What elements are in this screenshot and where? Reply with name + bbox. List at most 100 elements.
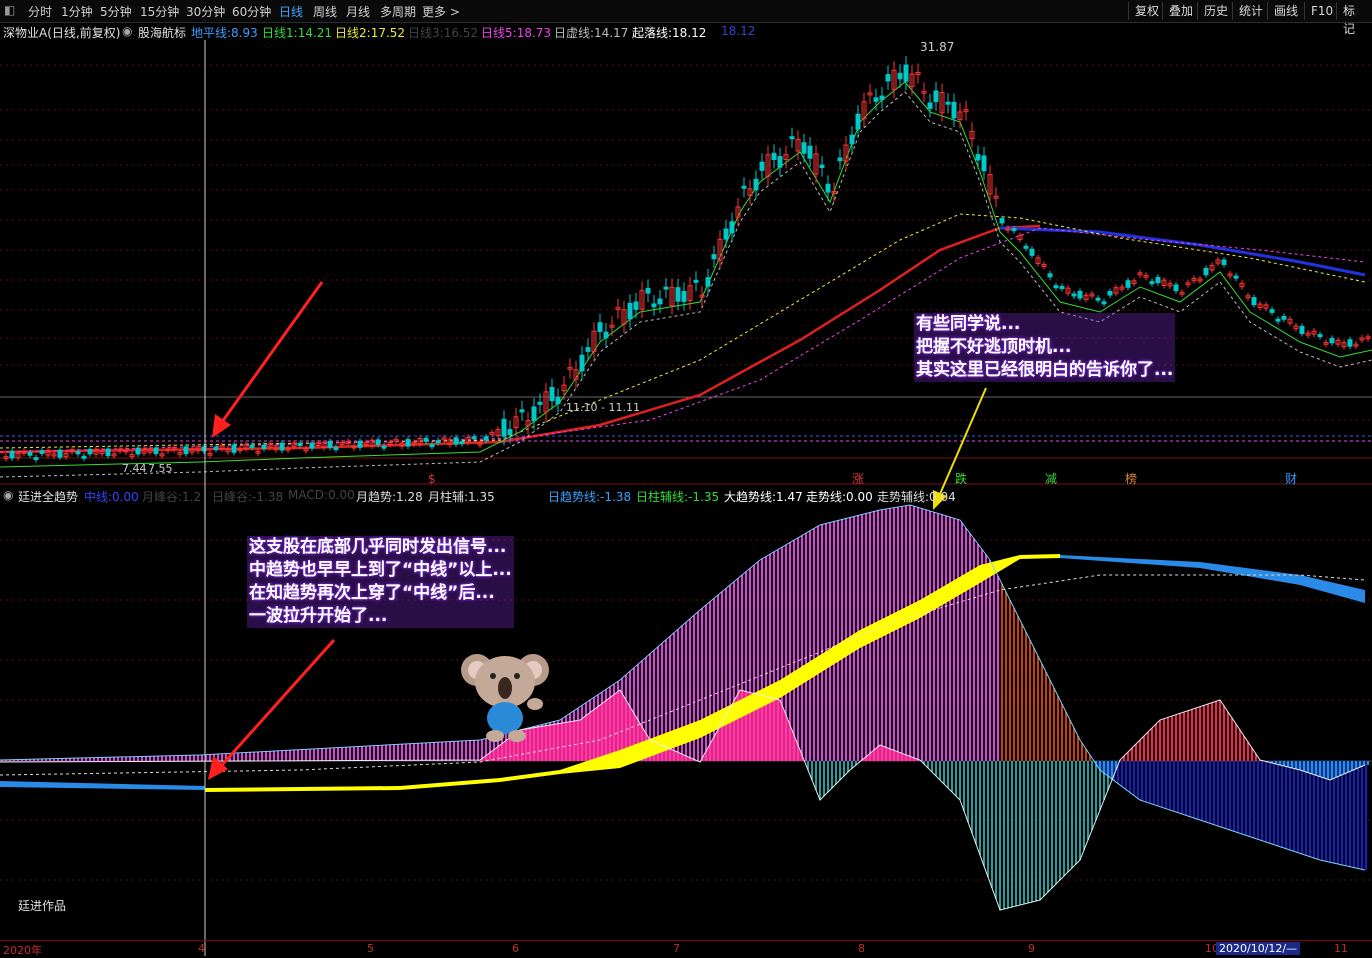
candle-body [135, 447, 141, 455]
annotation-line: 一波拉升开始了... [249, 606, 388, 626]
annotation-top-right: 有些同学说... 把握不好逃顶时机... 其实这里已经很明白的告诉你了... [914, 313, 1176, 382]
ind-item-6: 日趋势线:-1.38 [548, 488, 631, 505]
cursor-date-label: 2020/10/12/— [1216, 942, 1301, 955]
ind-item-value: 1.47 [776, 490, 803, 504]
axis-label-aug: 8 [858, 942, 865, 955]
candle-body [213, 446, 219, 450]
candle-body [849, 134, 855, 145]
candle-body [711, 254, 717, 260]
candle-body [951, 101, 957, 119]
candle-body [681, 290, 687, 302]
ind-item-label: 走势线: [806, 490, 847, 504]
event-marker-dollar[interactable]: $ [428, 472, 436, 486]
candle-body [705, 277, 711, 287]
ind-item-label: 日峰谷: [212, 490, 253, 504]
candle-body [1107, 290, 1113, 296]
event-marker-zhang[interactable]: 涨 [852, 471, 864, 486]
ind-item-9: 走势线:0.00 [806, 488, 873, 505]
candle-body [1155, 276, 1161, 284]
candle-body [1029, 248, 1035, 256]
candle-body [327, 440, 333, 448]
candle-body [807, 145, 813, 159]
candle-body [279, 442, 285, 451]
blue-band-right [1060, 555, 1365, 603]
candle-body [1281, 315, 1287, 320]
candle-body [381, 445, 387, 449]
candle-body [645, 287, 651, 294]
date-axis: 2020年 4 5 6 7 8 9 10 2020/10/12/— 11 [0, 940, 1372, 957]
ind-item-2: 日峰谷:-1.38 [212, 488, 283, 505]
candle-body [771, 152, 777, 161]
candle-body [105, 448, 111, 457]
author-label: 廷进作品 [18, 899, 67, 913]
candle-body [429, 444, 435, 448]
ind-item-value: 1.2 [182, 490, 202, 504]
axis-label-jul: 7 [673, 942, 680, 955]
annotation-line: 把握不好逃顶时机... [916, 337, 1072, 357]
candle-body [873, 97, 879, 102]
indicator-info-bar: ◉ 廷进全趋势 中线:0.00 月峰谷:1.2 日峰谷:-1.38 MACD:0… [0, 486, 1372, 504]
dropdown-icon[interactable]: ◉ [3, 488, 13, 502]
candle-body [57, 449, 63, 458]
candle-body [549, 386, 555, 402]
candle-body [1173, 284, 1179, 292]
annotation-line: 这支股在底部几乎同时发出信号... [249, 537, 507, 557]
ind-item-value: 1.28 [396, 490, 423, 504]
candle-body [87, 448, 93, 455]
kline-chart[interactable]: 31.87 7.44 7.55 11.10 - 11.11 $ 涨 跌 减 榜 … [0, 0, 1372, 956]
candle-body [297, 442, 303, 446]
candle-body [675, 287, 681, 302]
ma-red-line [0, 224, 1041, 454]
event-marker-cai[interactable]: 财 [1285, 472, 1297, 486]
candle-body [537, 401, 543, 405]
ind-item-value: 0.00 [328, 488, 355, 502]
candle-body [597, 322, 603, 332]
event-marker-die[interactable]: 跌 [955, 471, 967, 486]
candle-body [837, 157, 843, 162]
annotation-line: 在知趋势再次上穿了“中线”后... [249, 583, 495, 603]
low-price-label: 7.44 [122, 462, 147, 475]
candle-body [1275, 318, 1281, 322]
candle-body [1149, 281, 1155, 285]
candlesticks [3, 56, 1371, 463]
axis-label-apr: 4 [198, 942, 205, 955]
candle-body [261, 444, 267, 449]
candle-body [1299, 325, 1305, 335]
ind-item-value: 0.00 [846, 490, 873, 504]
indicator-histogram [1, 505, 1369, 910]
high-price-label: 31.87 [920, 40, 954, 54]
ind-item-label: 月柱辅: [428, 490, 469, 504]
candle-body [453, 437, 459, 445]
candle-body [729, 221, 735, 234]
candle-body [249, 444, 255, 448]
ind-item-value: 1.35 [468, 490, 495, 504]
red-arrow-top [212, 281, 324, 438]
axis-label-nov: 11 [1334, 942, 1348, 955]
candle-body [1095, 297, 1101, 301]
ind-item-1: 月峰谷:1.2 [142, 488, 201, 505]
ind-item-label: 日趋势线: [548, 490, 601, 504]
candle-body [39, 450, 45, 454]
ind-item-5: 月柱辅:1.35 [428, 488, 495, 505]
annotation-bottom-left: 这支股在底部几乎同时发出信号... 中趋势也早早上到了“中线”以上... 在知趋… [247, 536, 514, 628]
ind-item-0: 中线:0.00 [84, 488, 139, 505]
candle-body [483, 436, 489, 441]
event-marker-bang[interactable]: 榜 [1125, 471, 1137, 486]
candle-body [333, 447, 339, 451]
ind-item-8: 大趋势线:1.47 [724, 488, 803, 505]
event-marker-jian[interactable]: 减 [1045, 472, 1057, 486]
candle-body [975, 154, 981, 161]
candle-body [1011, 228, 1017, 232]
candle-body [753, 178, 759, 191]
blue-band-left [0, 781, 205, 790]
ind-item-label: 中线: [84, 490, 113, 504]
candle-body [81, 455, 87, 459]
candle-body [9, 450, 15, 459]
candle-body [309, 442, 315, 449]
candle-body [1053, 285, 1059, 289]
candle-body [933, 90, 939, 103]
indicator-title[interactable]: 廷进全趋势 [18, 488, 78, 505]
candle-body [531, 406, 537, 422]
candle-body [927, 102, 933, 109]
axis-label-sep: 9 [1028, 942, 1035, 955]
